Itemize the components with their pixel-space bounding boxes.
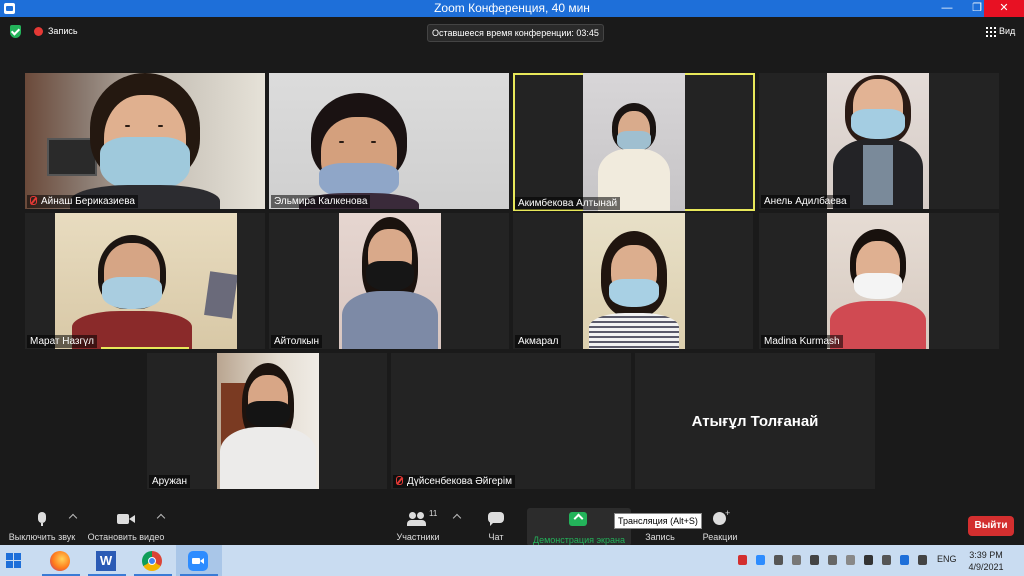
window-title: Zoom Конференция, 40 мин bbox=[434, 1, 590, 15]
participant-tile[interactable]: Анель Адилбаева bbox=[759, 73, 999, 209]
participant-tile[interactable]: Аружан bbox=[147, 353, 387, 489]
participant-name: Акимбекова Алтынай bbox=[515, 197, 621, 210]
chat-icon bbox=[487, 512, 505, 526]
participant-name: Айнаш Бериказиева bbox=[27, 195, 138, 208]
participants-button[interactable]: 11 Участники bbox=[392, 505, 444, 545]
participant-name: Марат Назгүл bbox=[27, 335, 98, 348]
clock-time: 3:39 PM bbox=[969, 550, 1003, 560]
taskbar-zoom[interactable] bbox=[176, 545, 222, 576]
participant-figure bbox=[342, 217, 438, 349]
close-button[interactable]: ✕ bbox=[984, 0, 1024, 17]
participant-video bbox=[827, 213, 929, 349]
share-screen-icon bbox=[569, 512, 587, 526]
windows-taskbar: W ENG 3:39 PM 4/9/2021 bbox=[0, 545, 1024, 576]
taskbar-chrome[interactable] bbox=[130, 545, 176, 576]
participants-options-caret[interactable] bbox=[452, 513, 462, 523]
audio-level-bar bbox=[101, 347, 189, 349]
tray-app-icon[interactable] bbox=[774, 555, 783, 565]
participant-video bbox=[269, 73, 509, 209]
stop-video-button[interactable]: Остановить видео bbox=[86, 505, 166, 545]
participant-tile[interactable]: Акмарал bbox=[513, 213, 753, 349]
meeting-top-bar: Запись Оставшееся время конференции: 03:… bbox=[0, 17, 1024, 47]
reactions-smiley-icon: + bbox=[711, 509, 730, 526]
zoom-window: Zoom Конференция, 40 мин — ❐ ✕ Запись Ос… bbox=[0, 0, 1024, 576]
chrome-icon bbox=[142, 551, 162, 571]
participants-icon bbox=[407, 512, 427, 526]
participant-figure bbox=[594, 103, 674, 211]
network-signal-icon[interactable] bbox=[864, 555, 873, 565]
bluetooth-icon[interactable] bbox=[900, 555, 909, 565]
video-camera-icon bbox=[117, 512, 135, 526]
participant-name-placeholder: Атығұл Толғанай bbox=[691, 413, 819, 430]
input-language[interactable]: ENG bbox=[937, 554, 957, 564]
participant-figure bbox=[299, 93, 419, 209]
meeting-controls: Выключить звук Остановить видео 11 Участ… bbox=[0, 505, 1024, 546]
participant-video bbox=[583, 213, 685, 349]
participant-name: Madina Kurmash bbox=[761, 335, 843, 348]
poster-background bbox=[204, 271, 237, 319]
participant-figure bbox=[830, 229, 926, 349]
clock-date: 4/9/2021 bbox=[968, 562, 1004, 572]
participant-video bbox=[25, 73, 265, 209]
tray-display-icon[interactable] bbox=[846, 555, 855, 565]
tray-device-icon[interactable] bbox=[792, 555, 801, 565]
participant-name: Эльмира Калкенова bbox=[271, 195, 371, 208]
chat-button[interactable]: Чат bbox=[476, 505, 516, 545]
participant-video bbox=[827, 73, 929, 209]
taskbar-firefox[interactable] bbox=[38, 545, 84, 576]
participant-name: Анель Адилбаева bbox=[761, 195, 850, 208]
muted-mic-icon bbox=[396, 476, 403, 485]
muted-mic-icon bbox=[30, 196, 37, 205]
microphone-icon bbox=[33, 512, 51, 526]
participant-figure bbox=[833, 75, 923, 209]
participant-figure bbox=[72, 235, 192, 349]
participant-tile[interactable]: Айтолкын bbox=[269, 213, 509, 349]
recording-label[interactable]: Запись bbox=[48, 26, 78, 36]
word-icon: W bbox=[96, 551, 116, 571]
meeting-time-remaining: Оставшееся время конференции: 03:45 bbox=[427, 24, 604, 42]
tray-shield-icon[interactable] bbox=[738, 555, 747, 565]
grid-view-icon[interactable] bbox=[986, 27, 996, 37]
leave-meeting-button[interactable]: Выйти bbox=[968, 516, 1014, 536]
participant-name: Айтолкын bbox=[271, 335, 322, 348]
participant-tile[interactable]: Эльмира Калкенова bbox=[269, 73, 509, 209]
participant-video bbox=[583, 73, 685, 211]
participant-tile[interactable]: Атығұл Толғанай bbox=[635, 353, 875, 489]
participant-figure bbox=[589, 231, 679, 349]
reactions-button[interactable]: + Реакции bbox=[698, 505, 742, 545]
tray-zoom-icon[interactable] bbox=[756, 555, 765, 565]
participant-name: Акмарал bbox=[515, 335, 562, 348]
participant-video bbox=[217, 353, 319, 489]
participant-video bbox=[55, 213, 237, 349]
participant-name: Аружан bbox=[149, 475, 191, 488]
participant-tile[interactable]: Марат Назгүл bbox=[25, 213, 265, 349]
windows-start-icon[interactable] bbox=[6, 553, 22, 569]
taskbar-word[interactable]: W bbox=[84, 545, 130, 576]
minimize-button[interactable]: — bbox=[932, 0, 962, 17]
taskbar-clock[interactable]: 3:39 PM 4/9/2021 bbox=[962, 549, 1010, 573]
participant-count: 11 bbox=[429, 509, 438, 518]
battery-icon[interactable] bbox=[882, 555, 891, 565]
tray-flag-icon[interactable] bbox=[810, 555, 819, 565]
firefox-icon bbox=[50, 551, 70, 571]
active-speaker-tile[interactable]: Акимбекова Алтынай bbox=[513, 73, 755, 211]
title-bar: Zoom Конференция, 40 мин — ❐ ✕ bbox=[0, 0, 1024, 17]
live-stream-tooltip: Трансляция (Alt+S) bbox=[614, 513, 702, 529]
participant-figure bbox=[220, 363, 316, 489]
participant-name: Дүйсенбекова Әйгерім bbox=[393, 475, 515, 488]
speaker-icon[interactable] bbox=[918, 555, 927, 565]
security-shield-icon[interactable] bbox=[10, 25, 21, 38]
participant-tile[interactable]: Madina Kurmash bbox=[759, 213, 999, 349]
participant-video bbox=[339, 213, 441, 349]
recording-icon bbox=[34, 27, 43, 36]
zoom-icon bbox=[188, 551, 208, 571]
participant-figure bbox=[70, 73, 220, 209]
tray-volume-device-icon[interactable] bbox=[828, 555, 837, 565]
participant-tile[interactable]: Айнаш Бериказиева bbox=[25, 73, 265, 209]
mute-button[interactable]: Выключить звук bbox=[4, 505, 80, 545]
view-button[interactable]: Вид bbox=[999, 26, 1015, 36]
participant-tile[interactable]: Дүйсенбекова Әйгерім bbox=[391, 353, 631, 489]
